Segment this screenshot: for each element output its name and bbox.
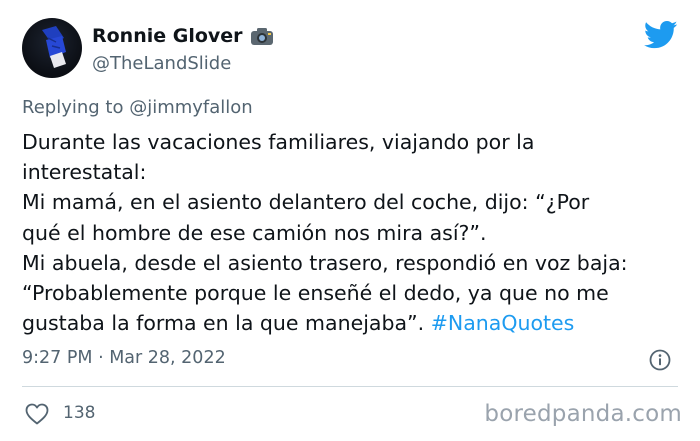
reply-mention-link[interactable]: @jimmyfallon	[129, 97, 253, 118]
display-name[interactable]: Ronnie Glover	[92, 25, 243, 47]
tweet-header: Ronnie Glover @TheLandSlide	[22, 18, 678, 84]
tweet-text-body: Durante las vacaciones familiares, viaja…	[22, 130, 628, 336]
user-handle[interactable]: @TheLandSlide	[92, 53, 231, 74]
tweet-text: Durante las vacaciones familiares, viaja…	[22, 127, 692, 338]
tweet-timestamp[interactable]: 9:27 PM · Mar 28, 2022	[22, 348, 226, 368]
avatar[interactable]	[22, 18, 82, 78]
hashtag-link[interactable]: #NanaQuotes	[431, 311, 575, 335]
name-row: Ronnie Glover	[92, 23, 274, 49]
divider	[22, 386, 678, 387]
like-count: 138	[63, 403, 96, 423]
replying-to: Replying to @jimmyfallon	[22, 97, 253, 118]
camera-icon	[250, 26, 274, 46]
twitter-bird-icon	[643, 20, 678, 50]
heart-icon[interactable]	[25, 403, 49, 425]
boredpanda-watermark: boredpanda.com	[484, 401, 682, 427]
replying-prefix: Replying to	[22, 97, 130, 118]
info-icon[interactable]	[649, 349, 671, 371]
